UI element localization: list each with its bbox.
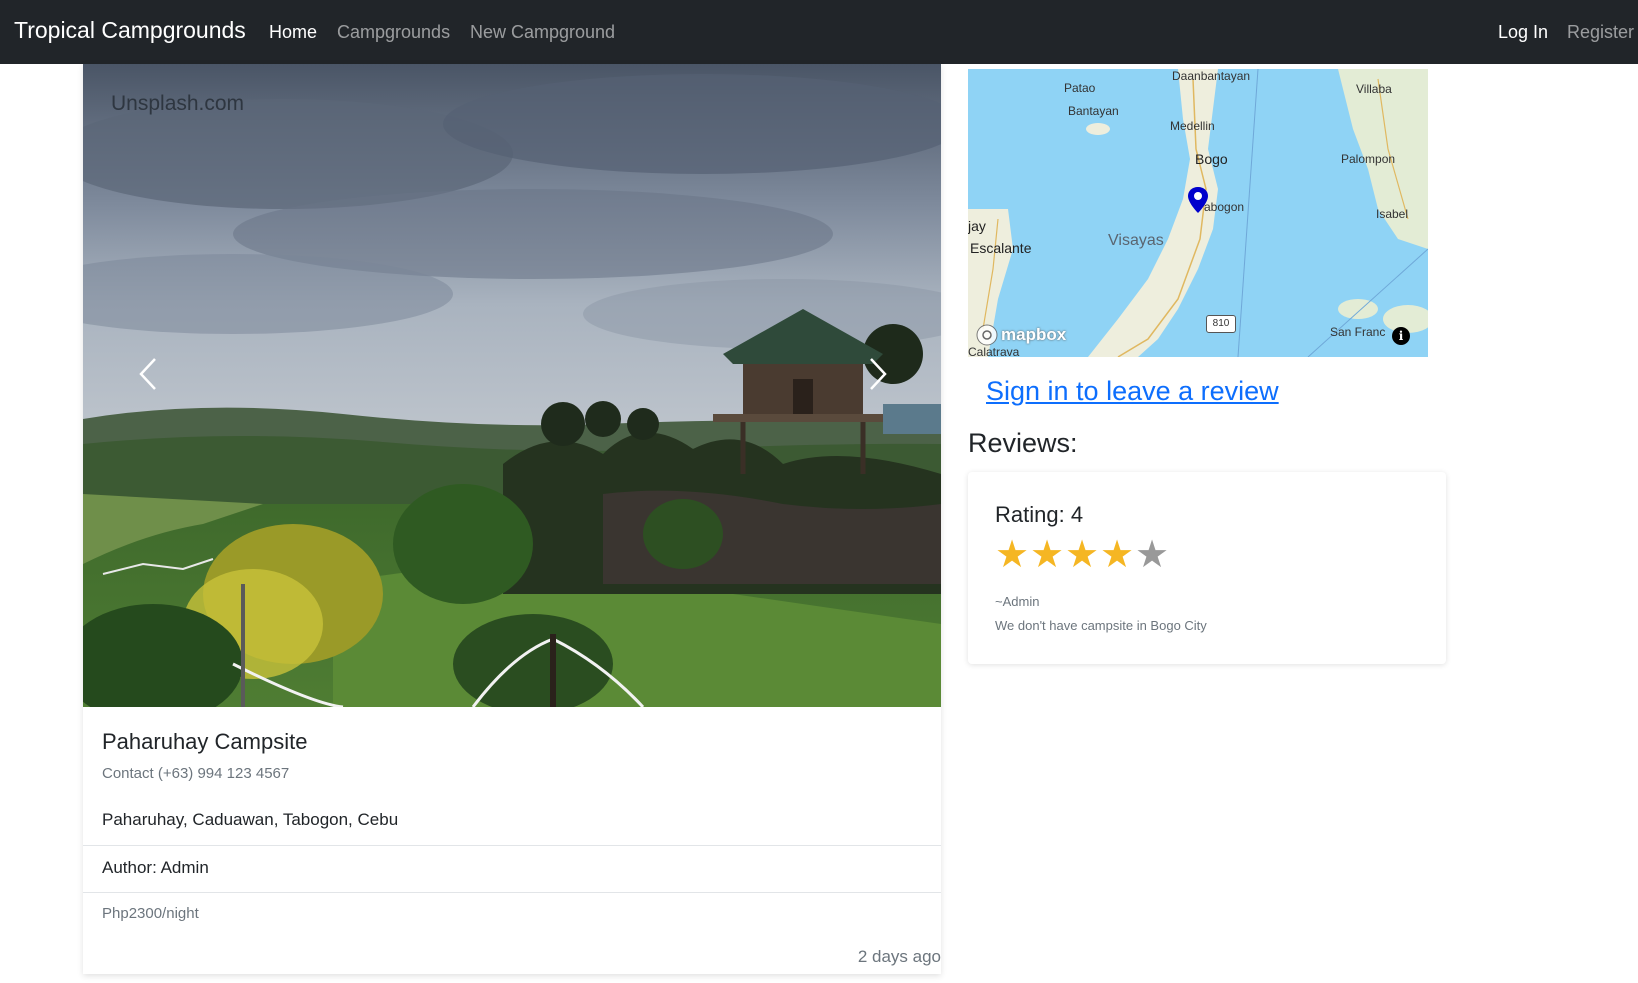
nav-home[interactable]: Home: [269, 22, 317, 43]
map-label-bantayan: Bantayan: [1068, 104, 1119, 118]
campground-author: Author: Admin: [102, 858, 209, 877]
map-label-isabel: Isabel: [1376, 207, 1409, 221]
info-icon[interactable]: i: [1392, 327, 1410, 345]
review-card: Rating: 4 ★ ★ ★ ★ ★ ~Admin We don't have cam…: [968, 472, 1446, 664]
campground-location-row: Paharuhay, Caduawan, Tabogon, Cebu: [83, 798, 941, 845]
star-rating: ★ ★ ★ ★ ★: [995, 534, 1170, 576]
posted-time: 2 days ago: [857, 947, 941, 966]
campground-contact: Contact (+63) 994 123 4567: [102, 765, 290, 782]
star-filled-icon: ★: [1100, 534, 1135, 576]
mapbox-logo-text: mapbox: [1001, 325, 1067, 344]
nav-new-campground[interactable]: New Campground: [470, 22, 615, 43]
campground-title: Paharuhay Campsite: [102, 729, 308, 754]
mapbox-logo-icon: [976, 324, 998, 346]
nav-register[interactable]: Register: [1567, 22, 1634, 43]
map-marker-icon[interactable]: [1188, 187, 1208, 213]
highway-shield: 810: [1206, 315, 1236, 333]
map-label-daanbantayan: Daanbantayan: [1172, 69, 1251, 83]
map-label-palompon: Palompon: [1341, 152, 1396, 166]
carousel-prev-button[interactable]: [118, 344, 178, 404]
map-label-patao: Patao: [1064, 81, 1096, 95]
navbar: Tropical Campgrounds Home Campgrounds Ne…: [0, 0, 1638, 64]
photo-watermark: Unsplash.com: [111, 92, 245, 115]
nav-login[interactable]: Log In: [1498, 22, 1548, 43]
star-filled-icon: ★: [1065, 534, 1100, 576]
map-label-calatrava: Calatrava: [968, 345, 1020, 357]
image-carousel: Unsplash.com: [83, 64, 941, 707]
review-rating-label: Rating: 4: [995, 502, 1084, 527]
location-map[interactable]: Daanbantayan Villaba Patao Bantayan Mede…: [968, 69, 1428, 357]
brand-logo[interactable]: Tropical Campgrounds: [14, 17, 246, 44]
map-label-gay: jay: [968, 218, 986, 234]
carousel-next-button[interactable]: [848, 344, 908, 404]
campground-card: Unsplash.com Paharuhay Campsite Contact …: [83, 64, 941, 974]
sign-in-review-link[interactable]: Sign in to leave a review: [986, 376, 1279, 407]
campground-price: Php2300/night: [102, 905, 199, 922]
star-filled-icon: ★: [995, 534, 1030, 576]
map-label-san-franc: San Franc: [1330, 325, 1386, 339]
star-filled-icon: ★: [1030, 534, 1065, 576]
campground-price-row: Php2300/night: [83, 892, 941, 939]
review-text: We don't have campsite in Bogo City: [995, 618, 1207, 633]
map-canvas: [968, 69, 1428, 357]
map-label-medellin: Medellin: [1170, 119, 1215, 133]
mapbox-logo[interactable]: mapbox: [976, 324, 1066, 346]
campground-author-row: Author: Admin: [83, 845, 941, 892]
chevron-left-icon: [139, 358, 156, 390]
review-author: ~Admin: [995, 594, 1040, 609]
map-label-villaba: Villaba: [1356, 82, 1392, 96]
campsite-photo: [83, 64, 941, 707]
chevron-right-icon: [870, 358, 887, 390]
map-label-escalante: Escalante: [970, 240, 1032, 256]
map-label-bogo: Bogo: [1195, 151, 1228, 167]
campground-location: Paharuhay, Caduawan, Tabogon, Cebu: [102, 810, 399, 829]
star-empty-icon: ★: [1135, 534, 1170, 576]
map-label-tabogon: abogon: [1204, 200, 1245, 214]
nav-campgrounds[interactable]: Campgrounds: [337, 22, 450, 43]
map-label-visayas: Visayas: [1108, 232, 1164, 249]
reviews-heading: Reviews:: [968, 428, 1078, 458]
